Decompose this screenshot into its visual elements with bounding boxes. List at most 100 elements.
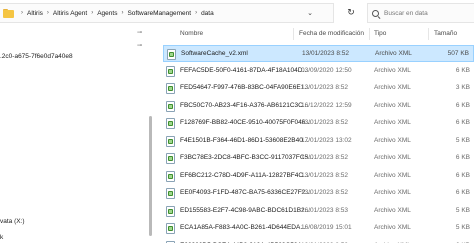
chevron-right-icon[interactable]: › (195, 10, 197, 16)
breadcrumb-altiris[interactable]: Altiris (27, 10, 43, 17)
nav-item-k[interactable]: k (0, 234, 3, 241)
file-row[interactable]: F3BC78E3-2DC8-4BFC-B3CC-9117037FC5... 13/… (163, 150, 474, 167)
xml-file-icon (166, 100, 175, 112)
file-date: 13/01/2023 8:52 (302, 50, 349, 57)
xml-file-icon (167, 49, 176, 60)
file-row[interactable]: ED155583-E2F7-4C98-9ABC-BDC61D1B2... 16/0… (163, 203, 474, 220)
column-divider[interactable] (428, 28, 429, 40)
file-size: 6 KB (455, 154, 470, 161)
file-type: Archivo XML (374, 224, 411, 231)
file-size: 6 KB (455, 189, 470, 196)
file-name[interactable]: EF6BC212-C78D-4D9F-A11A-12827BF4C... (180, 172, 309, 179)
chevron-right-icon[interactable]: › (121, 10, 123, 16)
file-name[interactable]: ECA1A85A-F883-4A0C-B261-4D644EDA... (180, 224, 306, 231)
column-header-type[interactable]: Tipo (374, 30, 386, 37)
folder-icon (3, 8, 15, 18)
xml-file-icon (166, 170, 175, 182)
chevron-right-icon[interactable]: › (91, 10, 93, 16)
file-type: Archivo XML (374, 206, 411, 214)
file-name[interactable]: ED155583-E2F7-4C98-9ABC-BDC61D1B2... (180, 207, 310, 214)
file-name[interactable]: SoftwareCache_v2.xml (181, 50, 248, 57)
file-row[interactable]: EE0F4093-F1FD-487C-BA75-6336CE27F2... 13/… (163, 185, 474, 202)
file-size: 3 KB (455, 84, 470, 91)
xml-file-icon (166, 65, 175, 77)
nav-item-drive-x[interactable]: vata (X:) (0, 218, 25, 225)
file-date: 16/12/2022 12:59 (301, 101, 352, 109)
xml-file-icon (166, 83, 175, 94)
file-name[interactable]: FED54647-F997-476B-83BC-04FA90E6E1... (180, 84, 310, 91)
file-row[interactable]: SoftwareCache_v2.xml 13/01/2023 8:52 Archi… (163, 45, 474, 62)
column-header-name[interactable]: Nombre (180, 30, 203, 37)
file-name[interactable]: FBC50C70-AB23-4F16-A376-AB6121C3C... (180, 102, 308, 109)
search-placeholder[interactable]: Buscar en data (384, 10, 428, 17)
file-date: 16/08/2019 15:01 (301, 224, 352, 231)
file-size: 6 KB (455, 66, 470, 74)
chevron-right-icon[interactable]: › (21, 10, 23, 16)
search-icon (372, 9, 379, 17)
file-date: 03/09/2020 12:50 (301, 66, 352, 74)
file-row[interactable]: F128769F-BB82-40CE-9510-40075F0F046... 13… (163, 115, 474, 132)
file-type: Archivo XML (374, 154, 411, 161)
file-list: Nombre Fecha de modificación Tipo Tamaño… (155, 27, 474, 243)
file-name[interactable]: EE0F4093-F1FD-487C-BA75-6336CE27F2... (180, 189, 311, 196)
file-type: Archivo XML (374, 66, 411, 74)
chevron-right-icon[interactable]: › (47, 10, 49, 16)
file-date: 13/01/2023 8:52 (301, 154, 348, 161)
file-type: Archivo XML (374, 171, 411, 179)
file-name[interactable]: FEFAC5DE-50F0-4161-87DA-4F18A104D... (180, 67, 308, 74)
file-row[interactable]: FEFAC5DE-50F0-4161-87DA-4F18A104D... 03/0… (163, 63, 474, 80)
breadcrumb-softwaremanagement[interactable]: SoftwareManagement (127, 10, 191, 17)
file-size: 5 KB (455, 224, 470, 231)
breadcrumb-agents[interactable]: Agents (97, 10, 117, 17)
column-header-row: Nombre Fecha de modificación Tipo Tamaño (155, 27, 474, 41)
file-type: Archivo XML (374, 84, 411, 91)
column-divider[interactable] (293, 28, 294, 40)
file-row[interactable]: F4E1501B-F364-46D1-86D1-53608E2B40... 17/… (163, 133, 474, 150)
refresh-button[interactable]: ↻ (343, 4, 359, 20)
file-type: Archivo XML (374, 136, 411, 144)
xml-file-icon (166, 205, 175, 217)
file-size: 6 KB (455, 171, 470, 179)
column-header-size[interactable]: Tamaño (434, 30, 457, 37)
address-bar[interactable]: › Altiris › Altiris Agent › Agents › Sof… (0, 3, 334, 23)
file-row[interactable]: EF6BC212-C78D-4D9F-A11A-12827BF4C... 13/0… (163, 168, 474, 185)
xml-file-icon (166, 153, 175, 164)
xml-file-icon (166, 118, 175, 129)
address-toolbar: › Altiris › Altiris Agent › Agents › Sof… (0, 0, 474, 27)
file-size: 6 KB (455, 101, 470, 109)
xml-file-icon (166, 223, 175, 234)
navigation-pane: ⊸ ⊸ .2c0-a675-7f6e0d7a40e8 vata (X:) k (0, 27, 152, 243)
nav-item-user-folder[interactable]: .2c0-a675-7f6e0d7a40e8 (0, 53, 73, 60)
file-date: 16/01/2023 8:53 (301, 206, 348, 214)
column-divider[interactable] (369, 28, 370, 40)
breadcrumb-altiris-agent[interactable]: Altiris Agent (53, 10, 87, 17)
search-box[interactable]: Buscar en data (367, 3, 474, 23)
file-type: Archivo XML (374, 101, 411, 109)
file-type: Archivo XML (374, 119, 411, 126)
breadcrumb-data[interactable]: data (201, 10, 214, 17)
file-date: 13/01/2023 8:52 (301, 119, 348, 126)
file-type: Archivo XML (375, 50, 412, 57)
file-date: 13/01/2023 8:52 (301, 84, 348, 91)
file-name[interactable]: F3BC78E3-2DC8-4BFC-B3CC-9117037FC5... (180, 154, 314, 161)
file-name[interactable]: F4E1501B-F364-46D1-86D1-53608E2B40... (180, 137, 308, 144)
xml-file-icon (166, 188, 175, 199)
chevron-down-icon[interactable]: ⌄ (307, 9, 313, 17)
file-date: 17/01/2023 13:02 (301, 136, 352, 144)
pin-icon: ⊸ (137, 43, 143, 49)
file-size: 5 KB (455, 206, 470, 214)
file-type: Archivo XML (374, 189, 411, 196)
file-date: 13/01/2023 8:52 (301, 189, 348, 196)
file-size: 6 KB (455, 119, 470, 126)
file-date: 13/01/2023 8:52 (301, 171, 348, 179)
file-size: 507 KB (447, 50, 469, 57)
file-row[interactable]: FBC50C70-AB23-4F16-A376-AB6121C3C... 16/1… (163, 98, 474, 115)
file-row[interactable]: FED54647-F997-476B-83BC-04FA90E6E1... 13/… (163, 80, 474, 97)
xml-file-icon (166, 135, 175, 147)
file-row[interactable]: E02966D5-BCE4-44B8-912A-4B569C53A...13/0… (163, 238, 474, 243)
nav-scrollbar[interactable] (149, 116, 152, 236)
file-name[interactable]: F128769F-BB82-40CE-9510-40075F0F046... (180, 119, 311, 126)
column-header-date[interactable]: Fecha de modificación (299, 30, 364, 37)
pin-icon: ⊸ (137, 30, 143, 36)
file-row[interactable]: ECA1A85A-F883-4A0C-B261-4D644EDA... 16/08… (163, 220, 474, 237)
